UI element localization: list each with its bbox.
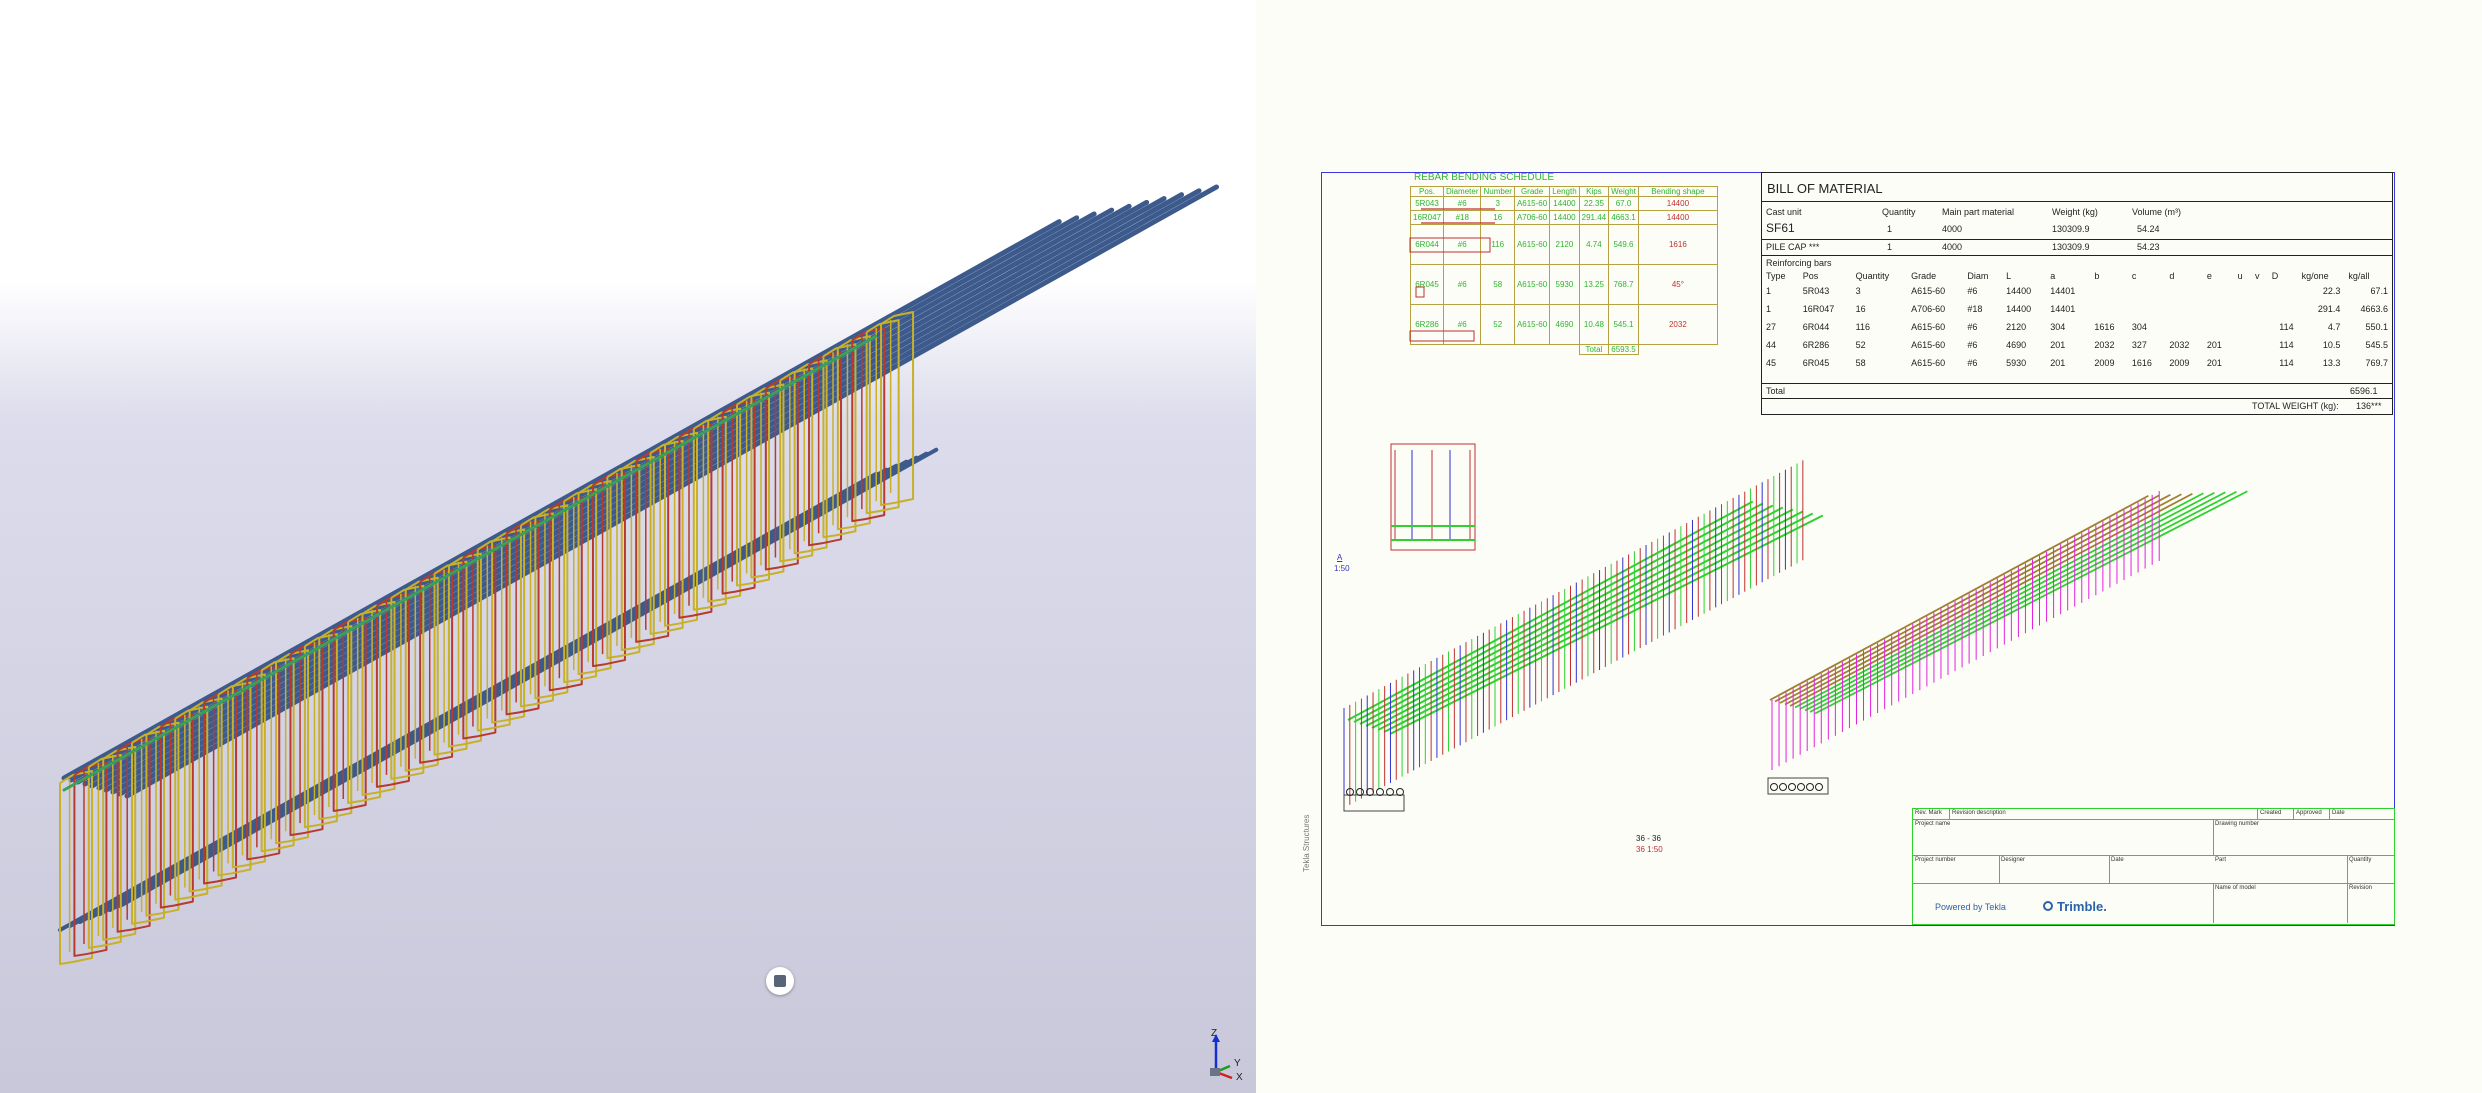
pile-circle bbox=[1815, 783, 1823, 791]
quantity-label: Quantity bbox=[2349, 857, 2372, 863]
stirrup bbox=[73, 761, 108, 957]
project-name-label: Project name bbox=[1915, 821, 1951, 827]
elevation-bar bbox=[1814, 490, 2248, 715]
section-outline bbox=[1390, 443, 1476, 551]
pile-circle bbox=[1376, 788, 1384, 796]
axes-triad-icon: Z Y X bbox=[1210, 1028, 1243, 1083]
elevation-bar bbox=[1779, 493, 2171, 704]
title-block: Rev. Mark Revision description Created A… bbox=[1912, 808, 2395, 925]
axis-z-label: Z bbox=[1211, 1028, 1217, 1039]
elevation-view-stirrups bbox=[1767, 490, 2248, 795]
rev-description-header: Revision description bbox=[1952, 810, 2006, 816]
elevation-bar bbox=[1359, 504, 1774, 725]
rev-date-header: Date bbox=[2332, 810, 2345, 816]
section-view-a bbox=[1390, 443, 1476, 551]
rev-mark-header: Rev. Mark bbox=[1915, 810, 1942, 816]
elevation-scale: 36 1:50 bbox=[1636, 845, 1663, 854]
elevation-bar bbox=[1774, 494, 2160, 703]
bending-shape-sketches bbox=[1409, 208, 1495, 342]
pile-circle bbox=[1788, 783, 1796, 791]
powered-by-tekla-logo: Powered by Tekla bbox=[1935, 902, 2006, 912]
bar-shape-u bbox=[1409, 237, 1491, 253]
part-label: Part bbox=[2215, 857, 2227, 863]
elevation-bar bbox=[1389, 514, 1824, 735]
bar-shape-hook bbox=[1415, 286, 1425, 298]
pile-circle bbox=[1770, 783, 1778, 791]
drawing-sheet-view[interactable]: Tekla Structures REBAR BENDING SCHEDULE … bbox=[1256, 0, 2482, 1093]
elevation-view-rebar bbox=[1343, 460, 1824, 812]
project-number-label: Project number bbox=[1915, 857, 1956, 863]
bar-shape-bend bbox=[1409, 330, 1475, 342]
revision-label: Revision bbox=[2349, 885, 2373, 891]
date-label: Date bbox=[2111, 857, 2124, 863]
model-3d-viewport[interactable]: Z Y X bbox=[0, 0, 1256, 1093]
pile-circle bbox=[1806, 783, 1814, 791]
pile-circle bbox=[1396, 788, 1404, 796]
drawing-views bbox=[1343, 208, 2248, 812]
elevation-base bbox=[1343, 794, 1405, 812]
pile-circle bbox=[1797, 783, 1805, 791]
longitudinal-bar bbox=[82, 207, 1115, 787]
axis-y-label: Y bbox=[1234, 1058, 1241, 1069]
section-scale: 1:50 bbox=[1334, 564, 1350, 573]
trimble-globe-icon bbox=[2043, 901, 2053, 911]
section-label: A bbox=[1337, 553, 1343, 562]
elevation-label: 36 - 36 bbox=[1636, 834, 1661, 843]
drawing-number-label: Drawing number bbox=[2215, 821, 2260, 827]
trimble-logo: Trimble. bbox=[2057, 899, 2107, 914]
elevation-bar bbox=[1789, 492, 2193, 707]
designer-label: Designer bbox=[2001, 857, 2026, 863]
pile-circle bbox=[1386, 788, 1394, 796]
rebar-cage-3d-model bbox=[58, 184, 1220, 965]
axis-x-label: X bbox=[1236, 1072, 1243, 1083]
model-name-label: Name of model bbox=[2215, 885, 2256, 891]
stirrup bbox=[59, 770, 93, 965]
rev-approved-header: Approved bbox=[2296, 810, 2322, 816]
view-navigation-icon[interactable] bbox=[766, 967, 794, 995]
elevation-bar bbox=[1804, 491, 2226, 712]
pile-circle bbox=[1356, 788, 1364, 796]
elevation-bar bbox=[1809, 490, 2237, 713]
elevation-bar bbox=[1769, 494, 2149, 701]
rev-created-header: Created bbox=[2260, 810, 2282, 816]
pile-circle bbox=[1779, 783, 1787, 791]
longitudinal-bar bbox=[110, 192, 1185, 795]
